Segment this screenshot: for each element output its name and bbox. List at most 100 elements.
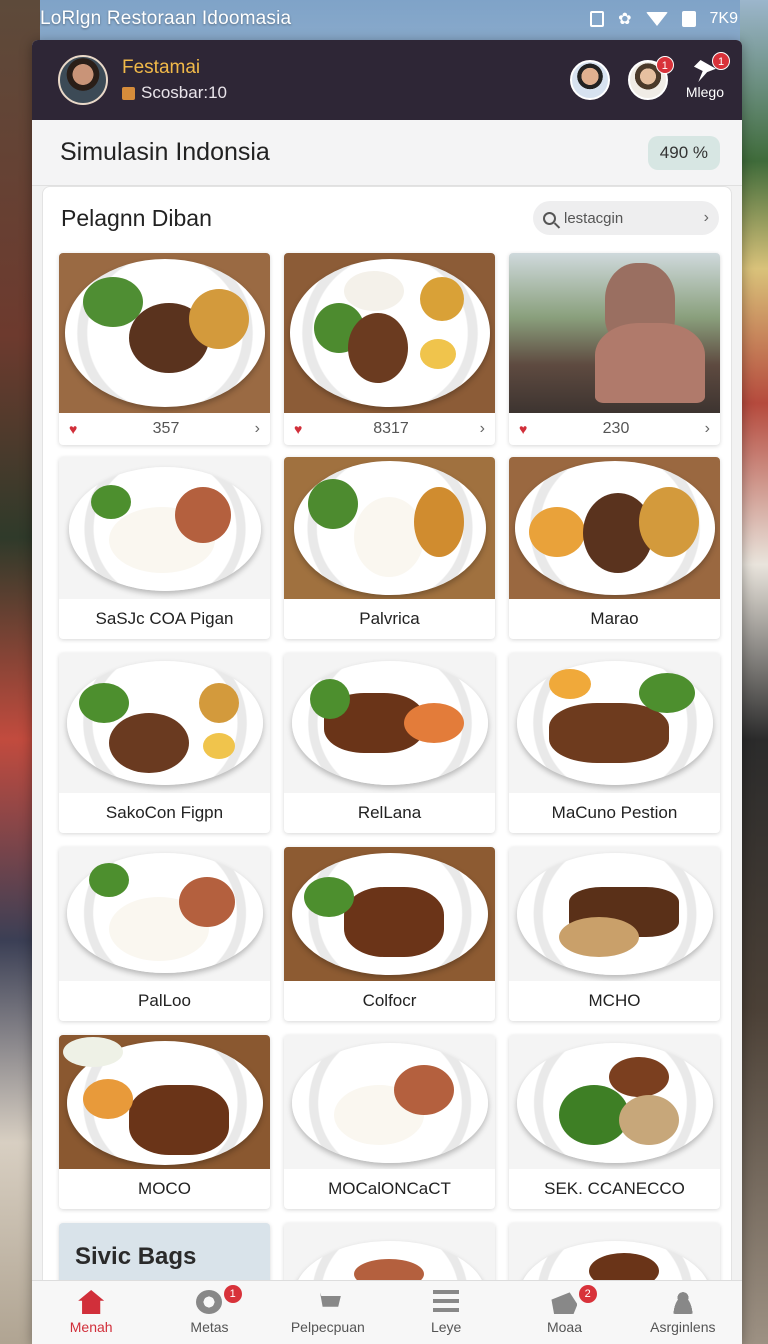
user-avatar[interactable] [58,55,108,105]
nav-label: Asrginlens [650,1319,716,1335]
menu-card-label: Colfocr [362,991,417,1010]
nav-item-discount[interactable]: 1 Metas [150,1281,268,1344]
app-header: Festamai Scosbar:10 1 1 Mlego [32,40,742,120]
menu-card[interactable]: MaCuno Pestion [509,653,720,833]
search-icon [543,211,556,225]
nav-label: Leye [430,1319,462,1335]
food-photo [509,1035,720,1169]
menu-card[interactable]: Marao [509,457,720,639]
status-title: LoRlgn Restoraan Idoomasia [40,8,292,29]
food-photo [284,253,495,413]
user-store-line: Scosbar:10 [122,83,227,103]
menu-card[interactable]: MOCO [59,1035,270,1209]
menu-card-label: MaCuno Pestion [551,803,678,822]
cart-icon [314,1292,341,1307]
stat-row: ♥ 8317 › [284,413,495,445]
status-icons: ✿ 7K9 [590,9,738,29]
store-icon [122,86,135,100]
phone-icon [590,11,605,27]
progress-chip[interactable]: 490 % [647,135,720,170]
promo-label: Sivic Bags [75,1243,197,1270]
stat-card[interactable]: ♥ 8317 › [284,253,495,445]
nav-label: Pelpecpuan [290,1319,365,1335]
menu-card-label: SakoCon Figpn [105,803,224,822]
gear-icon: ✿ [618,11,632,28]
contact-avatar-2[interactable]: 1 [627,56,674,100]
notification-button[interactable]: 1 Mlego [685,52,730,100]
food-photo [284,457,495,599]
nav-item-cart[interactable]: Pelpecpuan [269,1281,387,1344]
discount-icon [196,1290,223,1314]
food-photo [509,653,720,793]
menu-card[interactable]: Palvrica [284,457,495,639]
nav-item-home[interactable]: Menah [32,1281,150,1344]
home-icon [78,1290,105,1314]
food-photo [509,457,720,599]
chevron-right-icon: › [703,209,709,226]
user-info: Festamai Scosbar:10 [122,57,227,103]
nav-label: Menah [69,1319,113,1335]
menu-card[interactable]: PalLoo [59,847,270,1021]
simulation-bar: Simulasin Indonsia 490 % [32,120,742,186]
bottom-nav: Menah 1 Metas Pelpecpuan Leye 2 Moaa Asr… [32,1280,742,1344]
menu-card-label: MOCalONCaCT [328,1179,451,1198]
nav-item-account[interactable]: Asrginlens [624,1281,742,1344]
like-count: 8317 [373,420,409,437]
chevron-right-icon: › [704,420,710,437]
user-store-label: Scosbar:10 [141,83,227,102]
menu-card-label: RelLana [357,803,422,822]
status-time: 7K9 [709,10,738,27]
contact-avatar-1[interactable] [569,60,610,100]
stat-row: ♥ 230 › [509,413,720,445]
menu-card-label: MCHO [588,991,641,1010]
heart-icon: ♥ [294,421,303,437]
menu-panel: Pelagnn Diban lestacgin › ♥ 357 › ♥ 8317… [42,186,732,1344]
stat-card[interactable]: ♥ 230 › [509,253,720,445]
menu-card-label: SaSJc COA Pigan [95,609,234,628]
menu-card[interactable]: MCHO [509,847,720,1021]
app-window: Festamai Scosbar:10 1 1 Mlego Simulasin … [32,40,742,1344]
status-bar: LoRlgn Restoraan Idoomasia ✿ 7K9 [0,0,768,38]
header-actions: 1 1 Mlego [569,52,730,100]
menu-card-label: Marao [590,609,639,628]
menu-card-label: Palvrica [359,609,420,628]
menu-grid: ♥ 357 › ♥ 8317 › ♥ 230 › SaSJc COA Pigan… [59,253,720,1303]
menu-card[interactable]: Colfocr [284,847,495,1021]
food-photo [59,653,270,793]
food-photo [59,253,270,413]
simulation-title: Simulasin Indonsia [60,138,270,166]
food-photo [59,1035,270,1169]
menu-card[interactable]: SaSJc COA Pigan [59,457,270,639]
battery-icon [681,11,696,27]
nav-badge: 2 [578,1285,597,1303]
nav-item-delivery[interactable]: 2 Moaa [505,1281,623,1344]
background-street-right [740,0,768,1344]
heart-icon: ♥ [69,421,78,437]
delivery-icon [551,1292,578,1314]
menu-card[interactable]: MOCalONCaCT [284,1035,495,1209]
nav-label: Moaa [546,1319,582,1335]
notification-badge: 1 [712,52,730,70]
menu-card[interactable]: SakoCon Figpn [59,653,270,833]
notification-label: Mlego [685,84,724,100]
menu-card[interactable]: SEK. CCANECCO [509,1035,720,1209]
heart-icon: ♥ [519,421,528,437]
food-photo [509,847,720,981]
menu-card-label: PalLoo [138,991,191,1010]
like-count: 357 [152,420,180,437]
search-box[interactable]: lestacgin › [533,201,719,235]
nav-label: Metas [190,1319,229,1335]
food-photo [284,1035,495,1169]
food-photo [284,653,495,793]
wifi-icon [645,12,668,26]
menu-card[interactable]: RelLana [284,653,495,833]
stat-card[interactable]: ♥ 357 › [59,253,270,445]
contact-badge: 1 [655,56,674,74]
menu-icon [433,1290,460,1314]
menu-card-label: MOCO [138,1179,191,1198]
chevron-right-icon: › [479,420,485,437]
search-input[interactable]: lestacgin [564,210,696,227]
nav-item-menu[interactable]: Leye [387,1281,505,1344]
menu-card-label: SEK. CCANECCO [544,1179,685,1198]
food-photo [59,847,270,981]
